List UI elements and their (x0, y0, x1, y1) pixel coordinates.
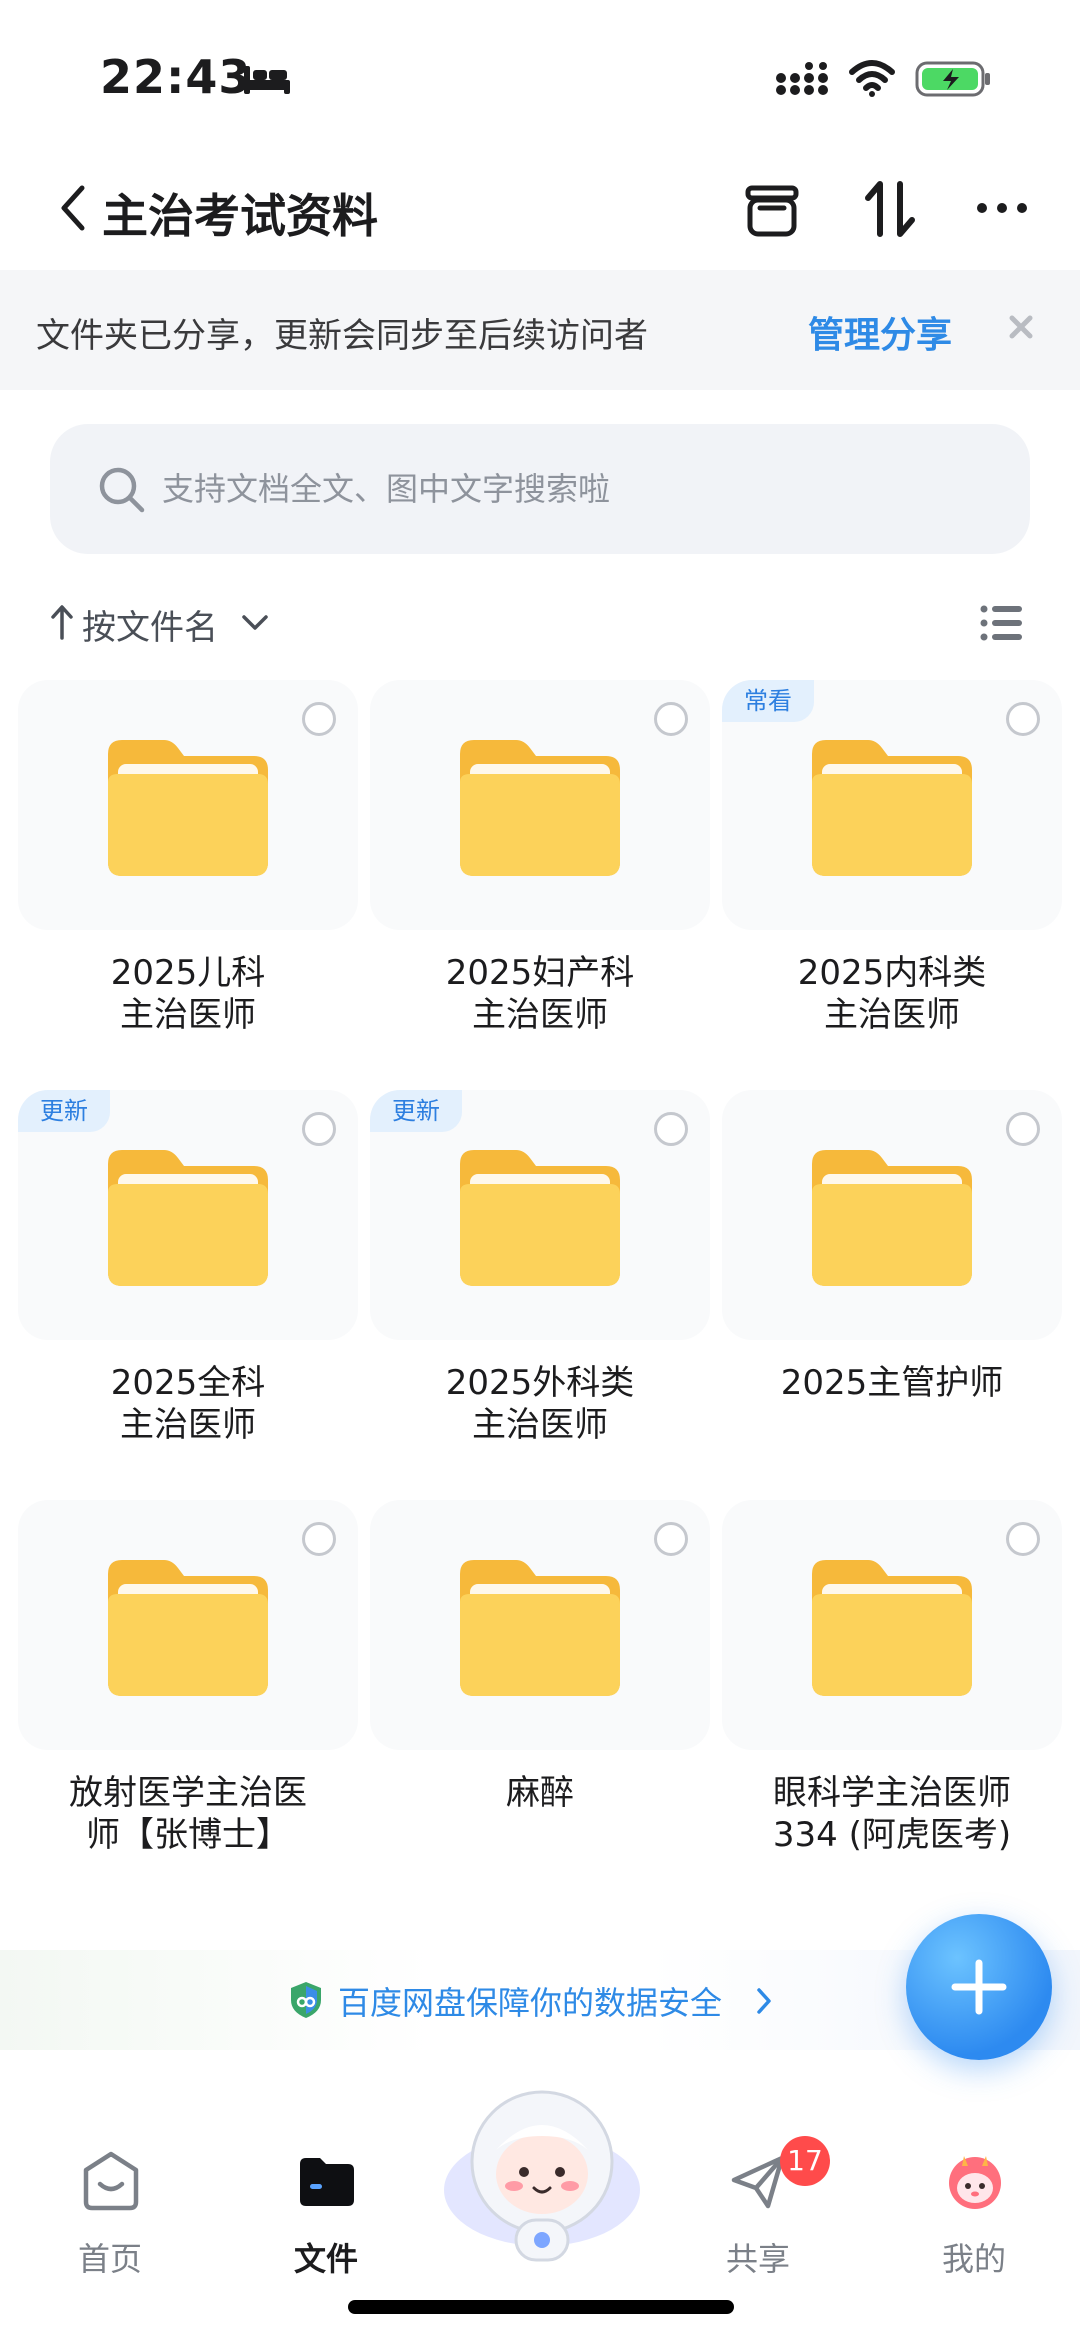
folder-item[interactable]: 常看 (722, 680, 1062, 930)
folder-icon (108, 740, 268, 876)
folder-name-line1: 眼科学主治医师 (773, 1773, 1011, 1813)
nav-share[interactable]: 17 共享 (688, 2130, 830, 2280)
home-icon (83, 2151, 139, 2211)
select-checkbox[interactable] (654, 1522, 688, 1556)
select-checkbox[interactable] (1006, 1112, 1040, 1146)
folder-name-line2: 主治医师 (120, 995, 256, 1035)
files-icon (300, 2158, 354, 2206)
wifi-icon (849, 60, 895, 97)
plus-icon (951, 1959, 1007, 2015)
folder-item[interactable] (370, 680, 710, 930)
folder-name-line1: 2025全科 (110, 1363, 266, 1403)
folder-name-line2: 师【张博士】 (86, 1815, 290, 1855)
folder-name-line2: 334 (阿虎医考) (772, 1815, 1012, 1855)
folder-item[interactable] (18, 680, 358, 930)
folder-name-line2: 主治医师 (472, 1405, 608, 1445)
nav-home-label: 首页 (77, 2240, 142, 2278)
signal-icon (776, 62, 828, 95)
select-checkbox[interactable] (1006, 1522, 1040, 1556)
page-title: 主治考试资料 (102, 189, 378, 243)
sort-row: 按文件名 (0, 590, 1080, 660)
notice-text: 文件夹已分享，更新会同步至后续访问者 (36, 316, 648, 356)
share-notice-bar: 文件夹已分享，更新会同步至后续访问者 管理分享 (0, 270, 1080, 390)
status-bar: 22:43 (0, 0, 1080, 150)
chevron-right-icon (757, 1988, 771, 2014)
folder-icon (812, 1150, 972, 1286)
folder-name-line2: 主治医师 (824, 995, 960, 1035)
share-count-badge: 17 (780, 2136, 830, 2186)
sort-by-name-button[interactable]: 按文件名 (82, 600, 218, 649)
folder-name-line1: 2025外科类 (445, 1363, 635, 1403)
sort-arrow-icon[interactable] (50, 602, 74, 642)
folder-icon (460, 1150, 620, 1286)
nav-home[interactable]: 首页 (40, 2130, 180, 2280)
app-header: 主治考试资料 (0, 150, 1080, 270)
chevron-down-icon[interactable] (240, 612, 270, 634)
select-checkbox[interactable] (302, 702, 336, 736)
select-checkbox[interactable] (302, 1112, 336, 1146)
folder-icon (108, 1150, 268, 1286)
add-button[interactable] (906, 1914, 1052, 2060)
folder-item[interactable]: 更新 (18, 1090, 358, 1340)
search-icon (99, 467, 145, 513)
close-icon[interactable] (1004, 310, 1038, 344)
nav-profile[interactable]: 我的 (904, 2130, 1044, 2280)
select-checkbox[interactable] (302, 1522, 336, 1556)
folder-icon (812, 740, 972, 876)
folder-icon (460, 1560, 620, 1696)
folder-icon (460, 740, 620, 876)
folder-name-line1: 2025主管护师 (780, 1363, 1004, 1403)
home-indicator (348, 2300, 734, 2314)
folder-tag-badge: 更新 (370, 1090, 462, 1132)
battery-icon (915, 61, 990, 97)
sort-icon[interactable] (862, 176, 918, 242)
archive-icon[interactable] (742, 180, 802, 240)
folder-name-line2: 主治医师 (472, 995, 608, 1035)
more-icon[interactable] (974, 198, 1030, 218)
folder-name-line1: 麻醉 (506, 1773, 574, 1813)
shield-icon (291, 1982, 321, 2018)
folder-name-line1: 2025妇产科 (445, 953, 635, 993)
bed-icon (244, 66, 290, 94)
folder-item[interactable] (18, 1500, 358, 1750)
profile-icon (949, 2156, 1001, 2209)
select-checkbox[interactable] (654, 702, 688, 736)
manage-share-link[interactable]: 管理分享 (808, 306, 952, 358)
search-input[interactable] (162, 454, 982, 524)
folder-icon (812, 1560, 972, 1696)
select-checkbox[interactable] (654, 1112, 688, 1146)
folder-name-line1: 2025儿科 (110, 953, 266, 993)
select-checkbox[interactable] (1006, 702, 1040, 736)
search-bar[interactable] (50, 424, 1030, 554)
folder-name-line2: 主治医师 (120, 1405, 256, 1445)
assistant-mascot-icon[interactable] (444, 2070, 640, 2266)
back-icon[interactable] (56, 180, 92, 236)
folder-name-line1: 2025内科类 (797, 953, 987, 993)
status-time: 22:43 (100, 50, 252, 104)
nav-share-label: 共享 (725, 2240, 790, 2278)
folder-item[interactable] (722, 1500, 1062, 1750)
security-text: 百度网盘保障你的数据安全 (338, 1984, 723, 2022)
folder-item[interactable]: 更新 (370, 1090, 710, 1340)
folder-tag-badge: 更新 (18, 1090, 110, 1132)
folder-item[interactable] (722, 1090, 1062, 1340)
list-view-icon[interactable] (980, 604, 1024, 642)
folder-icon (108, 1560, 268, 1696)
folder-item[interactable] (370, 1500, 710, 1750)
nav-files-label: 文件 (293, 2240, 358, 2278)
folder-tag-badge: 常看 (722, 680, 814, 722)
nav-profile-label: 我的 (941, 2240, 1006, 2278)
nav-files[interactable]: 文件 (256, 2130, 396, 2280)
folder-name-line1: 放射医学主治医 (69, 1773, 307, 1813)
